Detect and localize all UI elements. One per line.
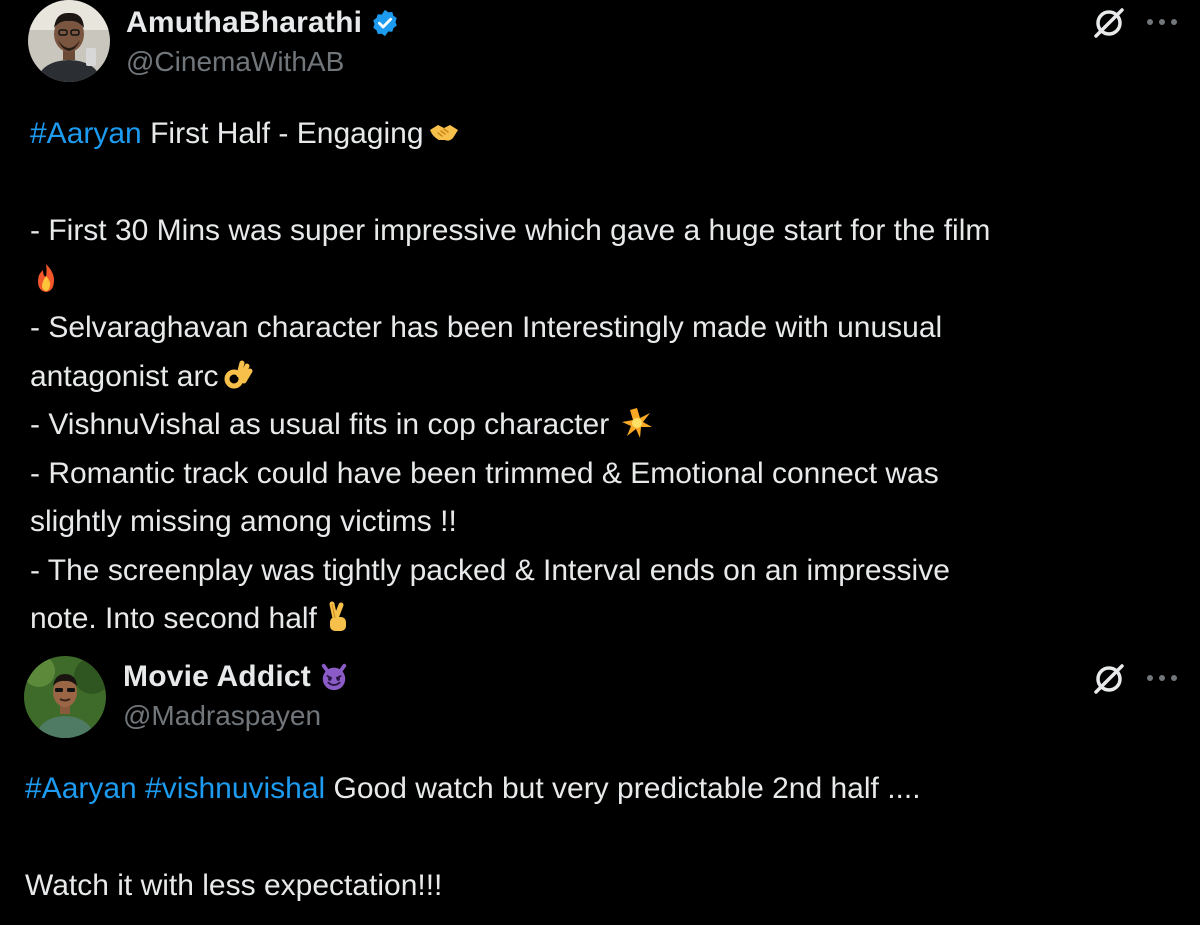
- tweet-text: #Aaryan #vishnuvishal Good watch but ver…: [25, 765, 1185, 911]
- avatar[interactable]: [24, 656, 106, 738]
- handshake-emoji-icon: [428, 116, 460, 148]
- tweet-text: #Aaryan First Half - Engaging - First 30…: [30, 110, 1190, 644]
- smiling-devil-emoji-icon: [319, 662, 349, 692]
- tweet-line: antagonist arc: [30, 353, 1190, 402]
- tweet-thread: AmuthaBharathi @CinemaWithAB #Aaryan Fir…: [0, 0, 1200, 925]
- more-options-icon[interactable]: [1145, 668, 1179, 688]
- tweet-line: - First 30 Mins was super impressive whi…: [30, 214, 991, 247]
- verified-badge-icon: [370, 8, 400, 38]
- tweet-line: - Romantic track could have been trimmed…: [30, 456, 939, 490]
- tweet-line: - The screenplay was tightly packed & In…: [30, 553, 950, 587]
- tweet-line: - VishnuVishal as usual fits in cop char…: [30, 401, 1190, 450]
- grok-icon[interactable]: [1092, 662, 1126, 696]
- tweet-line: slightly missing among victims !!: [30, 505, 457, 538]
- author-name-row: Movie Addict: [123, 660, 349, 694]
- tweet-line: #Aaryan #vishnuvishal Good watch but ver…: [25, 765, 1185, 814]
- hashtag-link[interactable]: #Aaryan: [25, 772, 137, 805]
- tweet-header: Movie Addict @Madraspayen: [0, 652, 1200, 742]
- tweet-line-text: Good watch but very predictable 2nd half…: [325, 772, 921, 805]
- avatar[interactable]: [28, 0, 110, 82]
- crossed-fingers-emoji-icon: [321, 601, 353, 633]
- tweet-line-text: antagonist arc: [30, 359, 219, 393]
- more-options-icon[interactable]: [1145, 12, 1179, 32]
- tweet-line: [30, 256, 1190, 305]
- fire-emoji-icon: [30, 262, 62, 294]
- tweet-title-line: #Aaryan First Half - Engaging: [30, 110, 1190, 159]
- grok-icon[interactable]: [1092, 6, 1126, 40]
- tweet-line-text: note. Into second half: [30, 602, 317, 635]
- tweet-line-text: - VishnuVishal as usual fits in cop char…: [30, 408, 610, 441]
- tweet-header: AmuthaBharathi @CinemaWithAB: [0, 0, 1200, 90]
- author-handle[interactable]: @Madraspayen: [123, 700, 321, 732]
- ok-hand-emoji-icon: [222, 359, 254, 391]
- author-name[interactable]: Movie Addict: [123, 660, 311, 694]
- author-handle[interactable]: @CinemaWithAB: [126, 46, 344, 78]
- tweet-line: note. Into second half: [30, 595, 1190, 644]
- author-name-row: AmuthaBharathi: [126, 6, 400, 40]
- hashtag-link[interactable]: #vishnuvishal: [145, 772, 325, 805]
- tweet-title-text: First Half - Engaging: [141, 117, 424, 150]
- hashtag-link[interactable]: #Aaryan: [30, 117, 142, 150]
- tweet-line: - Selvaraghavan character has been Inter…: [30, 311, 943, 344]
- author-name[interactable]: AmuthaBharathi: [126, 6, 362, 40]
- tweet-line: Watch it with less expectation!!!: [25, 869, 443, 902]
- sparkle-star-emoji-icon: [621, 407, 653, 439]
